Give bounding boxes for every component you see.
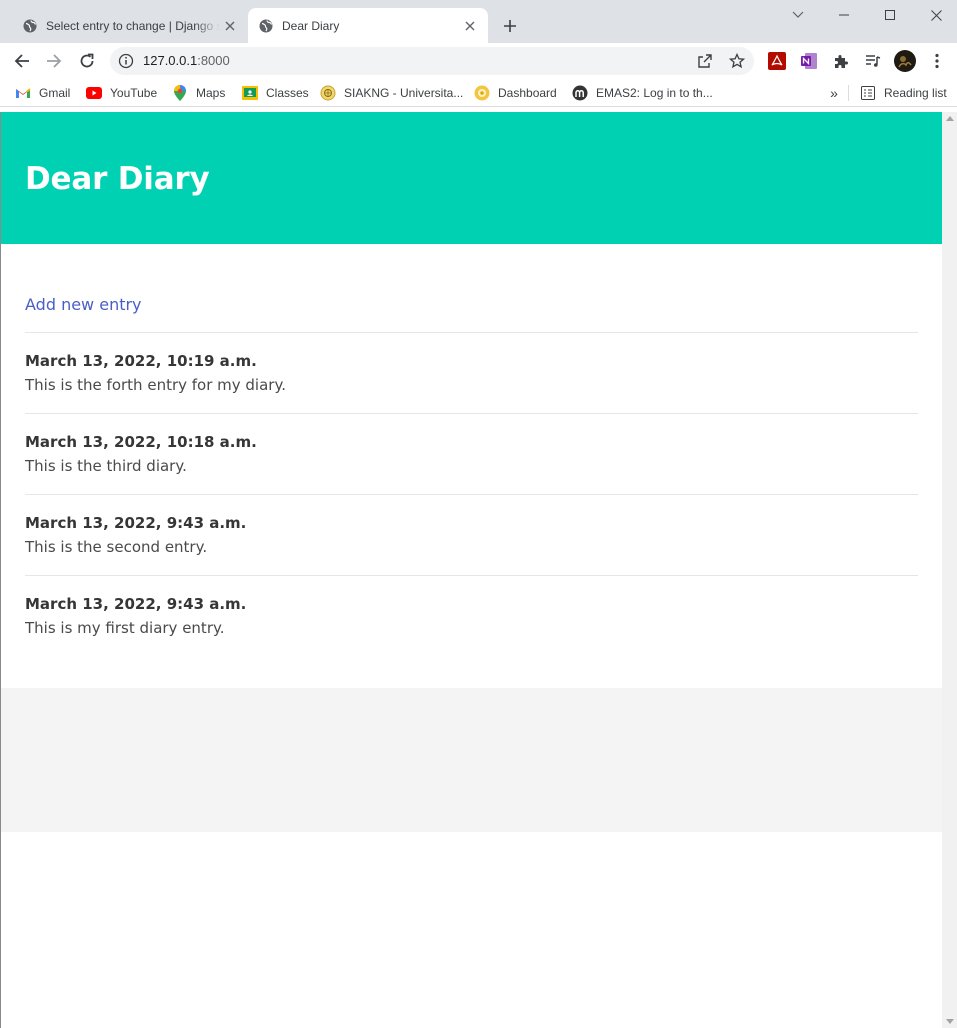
profile-avatar-icon[interactable] (894, 50, 916, 72)
more-bookmarks-button[interactable]: » (824, 83, 844, 103)
bookmark-emas2[interactable]: EMAS2: Log in to th... (572, 83, 713, 103)
reload-button[interactable] (73, 47, 101, 75)
back-button[interactable] (8, 47, 36, 75)
bookmark-label: YouTube (110, 86, 158, 100)
gmail-icon (15, 85, 31, 101)
maximize-icon[interactable] (867, 0, 913, 30)
reading-list-icon (860, 85, 876, 101)
dashboard-icon (474, 85, 490, 101)
entry-date: March 13, 2022, 9:43 a.m. (25, 595, 247, 613)
university-icon (320, 85, 336, 101)
moodle-icon (572, 85, 588, 101)
entry-text: This is the third diary. (25, 457, 187, 475)
entry-text: This is the forth entry for my diary. (25, 376, 286, 394)
tab-title: Dear Diary (282, 18, 340, 33)
page-viewport: Dear Diary Add new entry March 13, 2022,… (0, 112, 942, 1028)
classroom-icon (242, 85, 258, 101)
tab-strip: Select entry to change | Django site adm… (0, 0, 957, 43)
bookmark-classes[interactable]: Classes (242, 83, 309, 103)
new-tab-button[interactable] (498, 14, 522, 38)
globe-icon (22, 18, 38, 34)
bookmark-label: Dashboard (498, 86, 557, 100)
entry-date: March 13, 2022, 10:18 a.m. (25, 433, 257, 451)
browser-toolbar: 127.0.0.1:8000 (0, 43, 957, 79)
page-title: Dear Diary (25, 161, 210, 197)
more-menu-icon[interactable] (926, 50, 948, 72)
bookmark-maps[interactable]: Maps (172, 83, 225, 103)
bookmark-youtube[interactable]: YouTube (86, 83, 157, 103)
site-info-icon[interactable] (118, 53, 134, 69)
url-port: :8000 (197, 53, 230, 68)
list-item: March 13, 2022, 10:19 a.m. This is the f… (25, 332, 918, 413)
globe-icon (258, 18, 274, 34)
add-entry-link[interactable]: Add new entry (25, 295, 142, 314)
tab-title: Select entry to change | Django site adm… (46, 18, 220, 33)
url-host: 127.0.0.1 (143, 53, 198, 68)
forward-button[interactable] (40, 47, 68, 75)
share-icon[interactable] (695, 51, 715, 71)
onenote-extension-icon[interactable] (798, 50, 820, 72)
tab-dear-diary[interactable]: Dear Diary (248, 8, 488, 43)
reading-list-label: Reading list (884, 86, 947, 100)
extensions-puzzle-icon[interactable] (830, 50, 852, 72)
bookmark-gmail[interactable]: Gmail (15, 83, 70, 103)
entry-text: This is the second entry. (25, 538, 208, 556)
bookmark-label: Classes (266, 86, 309, 100)
scroll-up-icon[interactable] (946, 116, 954, 121)
list-item: March 13, 2022, 9:43 a.m. This is my fir… (25, 575, 918, 656)
entry-date: March 13, 2022, 9:43 a.m. (25, 514, 247, 532)
entry-text: This is my first diary entry. (25, 619, 225, 637)
bookmark-siakng[interactable]: SIAKNG - Universita... (320, 83, 463, 103)
tab-search-icon[interactable] (775, 0, 821, 30)
scroll-down-icon[interactable] (946, 1019, 954, 1024)
close-window-icon[interactable] (913, 0, 957, 30)
entry-date: March 13, 2022, 10:19 a.m. (25, 352, 257, 370)
reading-list-button[interactable]: Reading list (860, 83, 947, 103)
media-control-icon[interactable] (862, 50, 884, 72)
url-text: 127.0.0.1:8000 (143, 53, 230, 68)
bookmark-star-icon[interactable] (727, 51, 747, 71)
bookmark-label: SIAKNG - Universita... (344, 86, 464, 100)
bookmark-label: Gmail (39, 86, 71, 100)
list-item: March 13, 2022, 9:43 a.m. This is the se… (25, 494, 918, 575)
minimize-icon[interactable] (821, 0, 867, 30)
pdf-extension-icon[interactable] (766, 50, 788, 72)
bookmark-dashboard[interactable]: Dashboard (474, 83, 557, 103)
page-footer (1, 688, 942, 832)
vertical-scrollbar[interactable] (942, 112, 957, 1028)
hero-banner: Dear Diary (1, 112, 942, 244)
list-item: March 13, 2022, 10:18 a.m. This is the t… (25, 413, 918, 494)
youtube-icon (86, 85, 102, 101)
bookmarks-bar: Gmail YouTube Maps Classes SIAKNG - Univ… (0, 79, 957, 107)
entry-list: March 13, 2022, 10:19 a.m. This is the f… (25, 332, 918, 656)
bookmark-label: Maps (196, 86, 226, 100)
maps-icon (172, 85, 188, 101)
bookmark-label: EMAS2: Log in to th... (596, 86, 713, 100)
close-tab-icon[interactable] (460, 16, 480, 36)
address-bar[interactable]: 127.0.0.1:8000 (110, 47, 754, 75)
close-tab-icon[interactable] (220, 16, 240, 36)
tab-django-admin[interactable]: Select entry to change | Django site adm… (12, 8, 248, 43)
bookmarks-divider (848, 85, 849, 101)
